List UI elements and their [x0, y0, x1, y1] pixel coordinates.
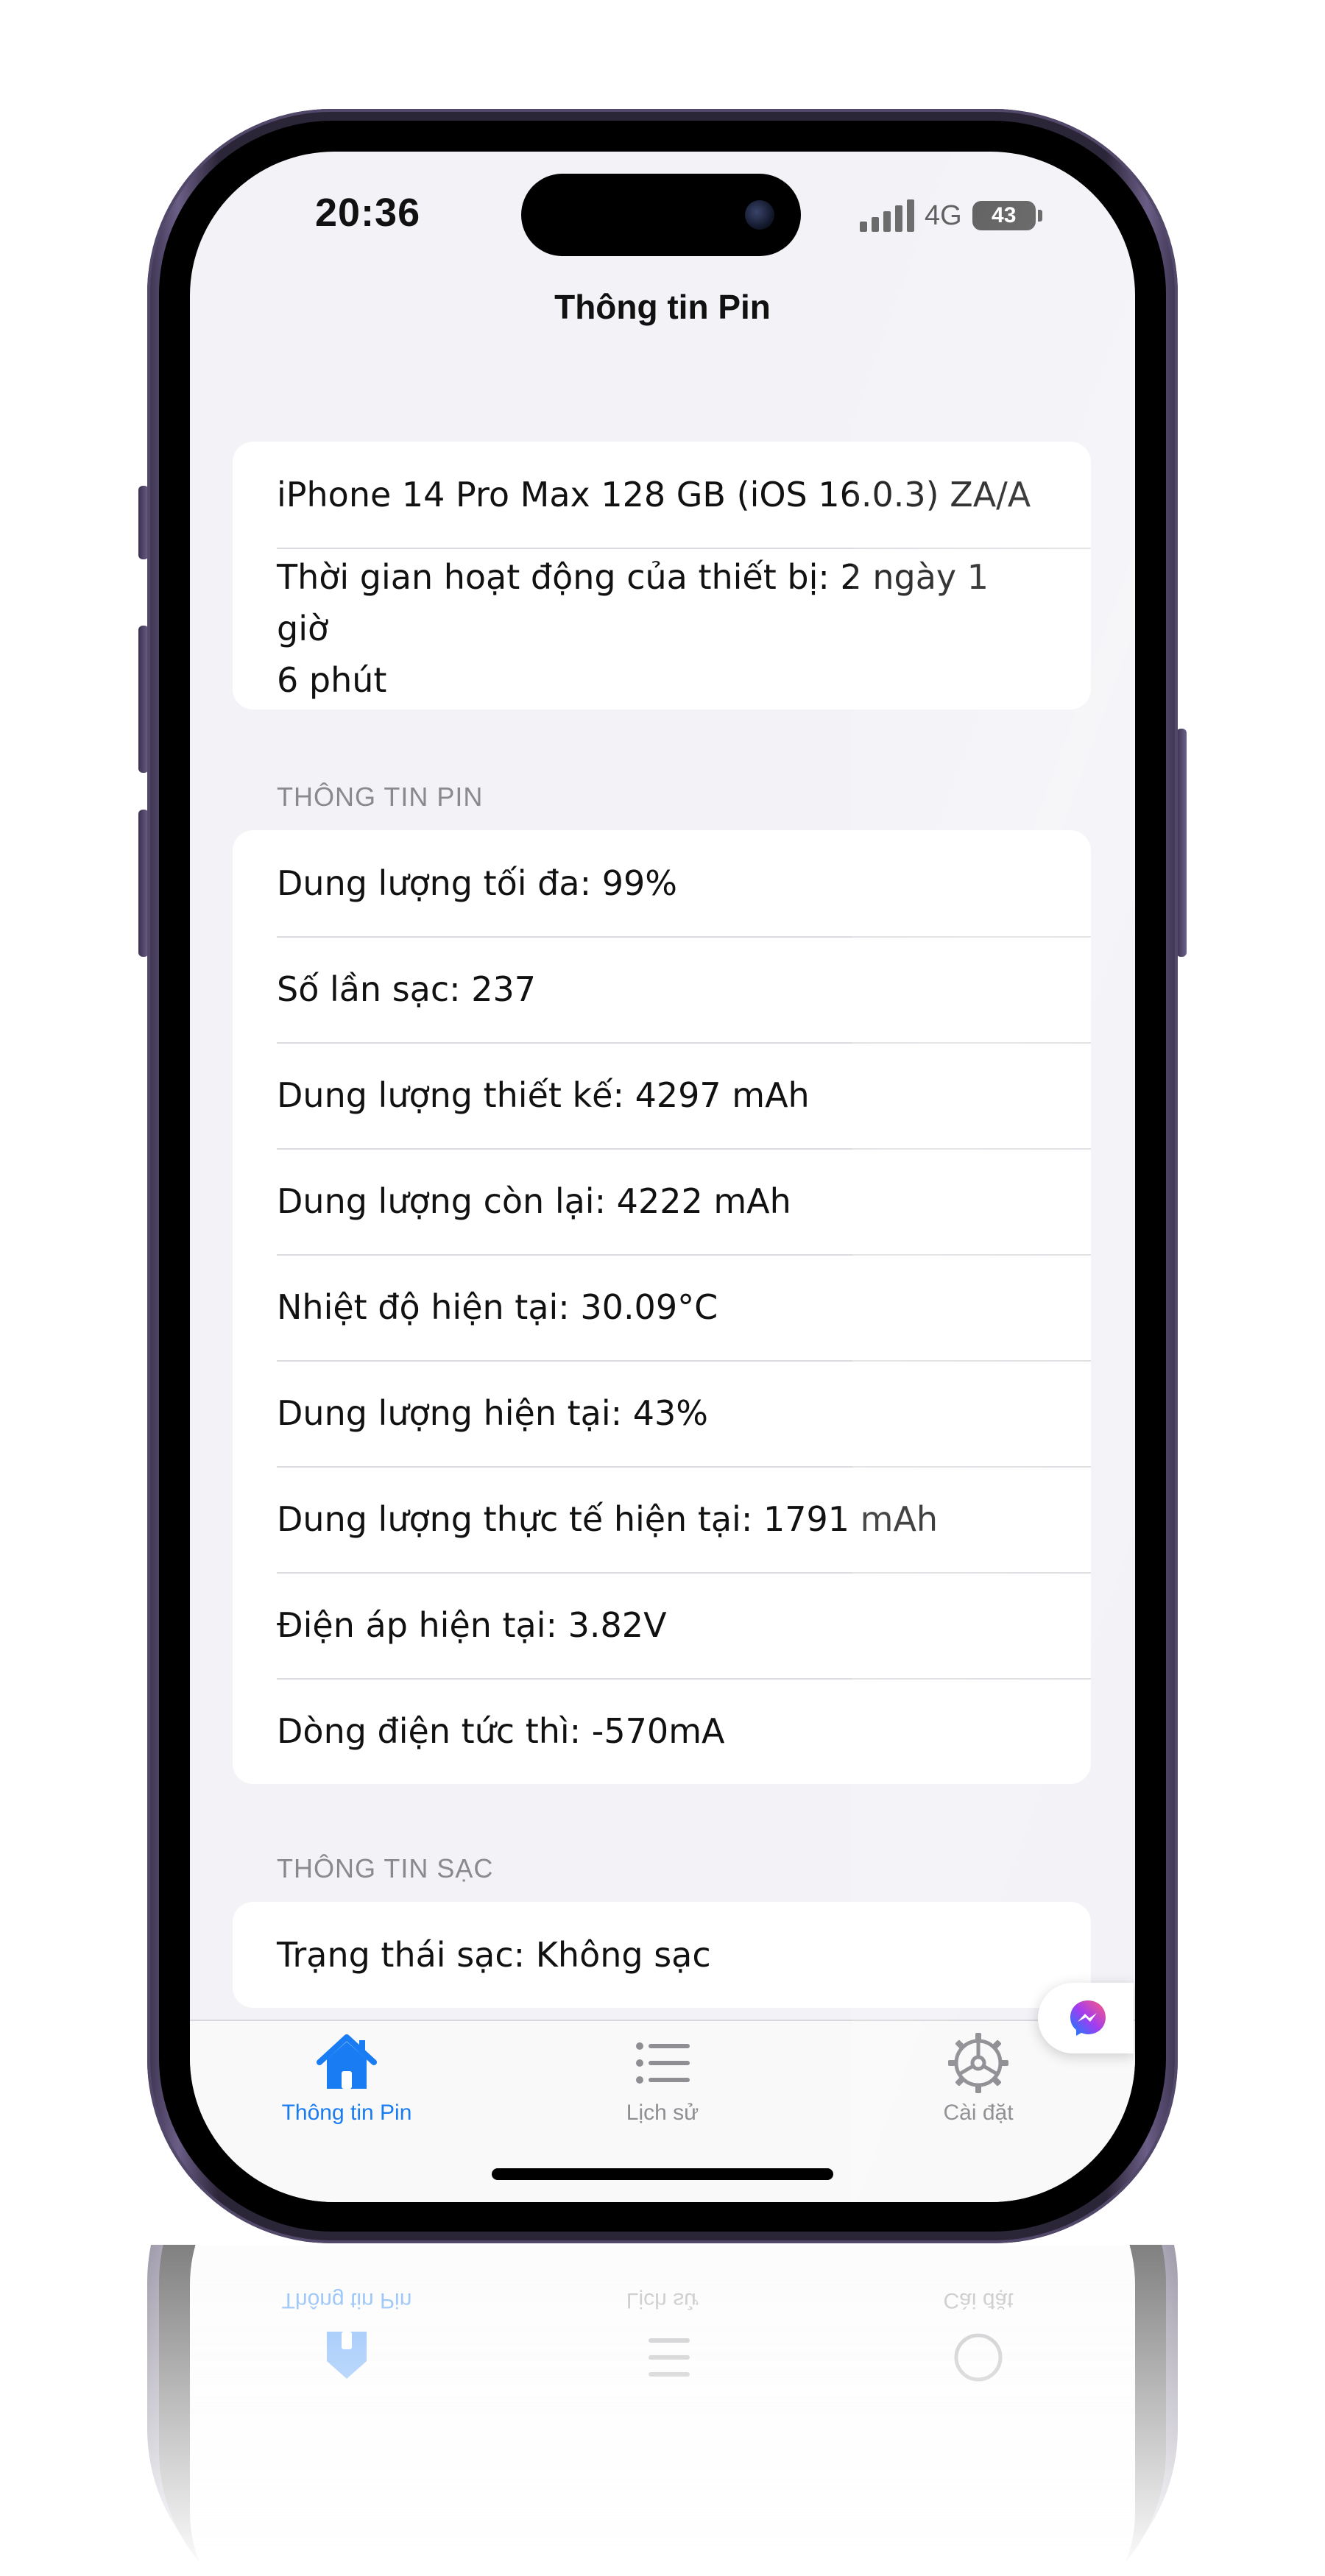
reflection-gear-icon	[954, 2333, 1003, 2382]
battery-row[interactable]: Nhiệt độ hiện tại: 30.09°C	[233, 1254, 1091, 1360]
gear-icon	[948, 2033, 1008, 2093]
uptime-line-1: Thời gian hoạt động của thiết bị: 2 ngày…	[277, 557, 989, 648]
network-type: 4G	[925, 199, 962, 231]
tab-label: Thông tin Pin	[281, 2101, 412, 2125]
battery-row[interactable]: Dung lượng còn lại: 4222 mAh	[233, 1148, 1091, 1254]
charging-section-header: THÔNG TIN SẠC	[277, 1853, 494, 1883]
tab-label: Cài đặt	[943, 2101, 1014, 2125]
phone-mockup: 20:36 4G 43 Thông tin Pin iPhone 14 Pro …	[0, 0, 1325, 2576]
battery-row[interactable]: Dung lượng hiện tại: 43%	[233, 1360, 1091, 1466]
device-info-card: iPhone 14 Pro Max 128 GB (iOS 16.0.3) ZA…	[233, 442, 1091, 710]
cellular-signal-icon	[860, 199, 914, 232]
status-time: 20:36	[315, 191, 421, 235]
tab-label: Lịch sử	[626, 2101, 699, 2125]
reflection-house-icon	[327, 2332, 367, 2379]
battery-row[interactable]: Số lần sạc: 237	[233, 936, 1091, 1042]
battery-icon: 43	[972, 201, 1042, 230]
reflection-tab-label: Cài đặt	[943, 2288, 1014, 2313]
reflection-screen: Thông tin Pin Lịch sử Cài đặt	[190, 2245, 1135, 2576]
phone-screen: 20:36 4G 43 Thông tin Pin iPhone 14 Pro …	[190, 152, 1135, 2202]
charging-info-card: Trạng thái sạc: Không sạc	[233, 1902, 1091, 2008]
list-icon	[636, 2042, 690, 2084]
device-uptime-text: Thời gian hoạt động của thiết bị: 2 ngày…	[277, 551, 1047, 706]
messenger-icon	[1070, 2000, 1106, 2036]
reflection-list-icon	[649, 2338, 690, 2377]
power-button	[1176, 729, 1187, 957]
battery-row[interactable]: Dung lượng tối đa: 99%	[233, 830, 1091, 936]
camera-icon	[745, 200, 774, 230]
device-uptime-row[interactable]: Thời gian hoạt động của thiết bị: 2 ngày…	[233, 548, 1091, 710]
device-model-row[interactable]: iPhone 14 Pro Max 128 GB (iOS 16.0.3) ZA…	[233, 442, 1091, 548]
battery-row[interactable]: Dung lượng thực tế hiện tại: 1791 mAh	[233, 1466, 1091, 1572]
battery-cap	[1037, 210, 1042, 222]
device-model-text: iPhone 14 Pro Max 128 GB (iOS 16.0.3) ZA…	[277, 475, 1031, 514]
house-icon	[317, 2034, 377, 2089]
charging-status-row[interactable]: Trạng thái sạc: Không sạc	[233, 1902, 1091, 2008]
phone-reflection: Thông tin Pin Lịch sử Cài đặt	[147, 2245, 1178, 2576]
dynamic-island	[521, 174, 801, 256]
battery-row[interactable]: Dòng điện tức thì: -570mA	[233, 1678, 1091, 1784]
reflection-tab-label: Thông tin Pin	[281, 2288, 412, 2313]
battery-info-card: Dung lượng tối đa: 99% Số lần sạc: 237 D…	[233, 830, 1091, 1784]
messenger-button[interactable]	[1038, 1983, 1134, 2053]
battery-level: 43	[972, 201, 1036, 230]
status-indicators: 4G 43	[860, 197, 1042, 234]
battery-row[interactable]: Điện áp hiện tại: 3.82V	[233, 1572, 1091, 1678]
tab-battery-info[interactable]: Thông tin Pin	[236, 2030, 457, 2126]
home-indicator	[492, 2168, 833, 2180]
battery-row[interactable]: Dung lượng thiết kế: 4297 mAh	[233, 1042, 1091, 1148]
reflection-tab-label: Lịch sử	[626, 2288, 699, 2313]
tab-history[interactable]: Lịch sử	[552, 2030, 773, 2126]
battery-section-header: THÔNG TIN PIN	[277, 782, 484, 812]
page-title: Thông tin Pin	[554, 288, 771, 326]
uptime-line-2: 6 phút	[277, 660, 387, 700]
